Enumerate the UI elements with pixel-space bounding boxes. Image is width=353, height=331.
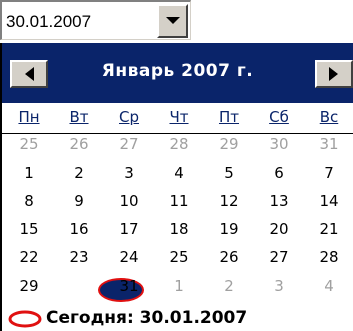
weekday-header: Вс — [319, 108, 339, 126]
day-cell[interactable]: 13 — [254, 192, 304, 210]
month-title: Январь 2007 г. — [101, 61, 254, 81]
day-cell[interactable]: 26 — [54, 135, 104, 153]
day-cell[interactable]: 17 — [104, 220, 154, 238]
today-label: Сегодня: 30.01.2007 — [46, 308, 248, 328]
calendar-dropdown: Январь 2007 г. Пн Вт Ср Чт Пт Сб Вс 25 26 27 28 29… — [0, 43, 353, 331]
weekday-header: Сб — [269, 108, 289, 126]
today-bar[interactable]: Сегодня: 30.01.2007 — [2, 305, 353, 331]
calendar-header: Январь 2007 г. — [2, 43, 353, 103]
day-cell[interactable]: 21 — [304, 220, 353, 238]
weekday-header: Пт — [218, 108, 240, 126]
day-cell[interactable]: 4 — [154, 164, 204, 182]
date-input[interactable] — [6, 8, 154, 36]
day-cell[interactable]: 28 — [304, 248, 353, 266]
dropdown-button[interactable] — [157, 4, 188, 38]
day-cell[interactable]: 16 — [54, 220, 104, 238]
day-cell[interactable]: 11 — [154, 192, 204, 210]
day-cell[interactable]: 3 — [104, 164, 154, 182]
chevron-down-icon — [165, 17, 180, 24]
day-cell[interactable]: 27 — [104, 135, 154, 153]
weekday-header: Чт — [169, 108, 189, 126]
weekday-row: Пн Вт Ср Чт Пт Сб Вс — [2, 105, 353, 134]
next-month-button[interactable] — [315, 60, 353, 88]
weekday-header: Вт — [69, 108, 89, 126]
day-cell[interactable]: 18 — [154, 220, 204, 238]
day-cell[interactable]: 15 — [4, 220, 54, 238]
day-cell[interactable]: 29 — [4, 277, 54, 295]
day-cell[interactable]: 22 — [4, 248, 54, 266]
day-cell[interactable]: 9 — [54, 192, 104, 210]
day-cell[interactable]: 12 — [204, 192, 254, 210]
day-cell[interactable]: 27 — [254, 248, 304, 266]
day-cell[interactable]: 29 — [204, 135, 254, 153]
day-cell[interactable]: 1 — [154, 277, 204, 295]
day-cell[interactable]: 19 — [204, 220, 254, 238]
day-cell[interactable]: 23 — [54, 248, 104, 266]
day-cell[interactable]: 3 — [254, 277, 304, 295]
day-cell[interactable]: 31 — [104, 277, 154, 295]
day-cell[interactable]: 10 — [104, 192, 154, 210]
day-cell[interactable]: 24 — [104, 248, 154, 266]
day-cell[interactable]: 20 — [254, 220, 304, 238]
day-cell[interactable]: 31 — [304, 135, 353, 153]
day-cell[interactable]: 26 — [204, 248, 254, 266]
day-cell[interactable]: 30 — [254, 135, 304, 153]
day-cell[interactable]: 25 — [154, 248, 204, 266]
day-cell[interactable]: 25 — [4, 135, 54, 153]
date-combobox[interactable] — [0, 0, 191, 40]
day-cell[interactable]: 5 — [204, 164, 254, 182]
triangle-right-icon — [329, 67, 338, 81]
day-cell[interactable]: 6 — [254, 164, 304, 182]
day-cell[interactable]: 28 — [154, 135, 204, 153]
today-marker-icon — [8, 310, 42, 328]
day-cell[interactable]: 7 — [304, 164, 353, 182]
day-cell[interactable]: 4 — [304, 277, 353, 295]
day-cell[interactable]: 2 — [54, 164, 104, 182]
day-cell[interactable]: 14 — [304, 192, 353, 210]
day-cell[interactable]: 1 — [4, 164, 54, 182]
day-cell[interactable]: 8 — [4, 192, 54, 210]
weekday-header: Ср — [119, 108, 139, 126]
day-cell[interactable]: 30 — [54, 277, 104, 295]
day-cell[interactable]: 2 — [204, 277, 254, 295]
weekday-header: Пн — [18, 108, 40, 126]
